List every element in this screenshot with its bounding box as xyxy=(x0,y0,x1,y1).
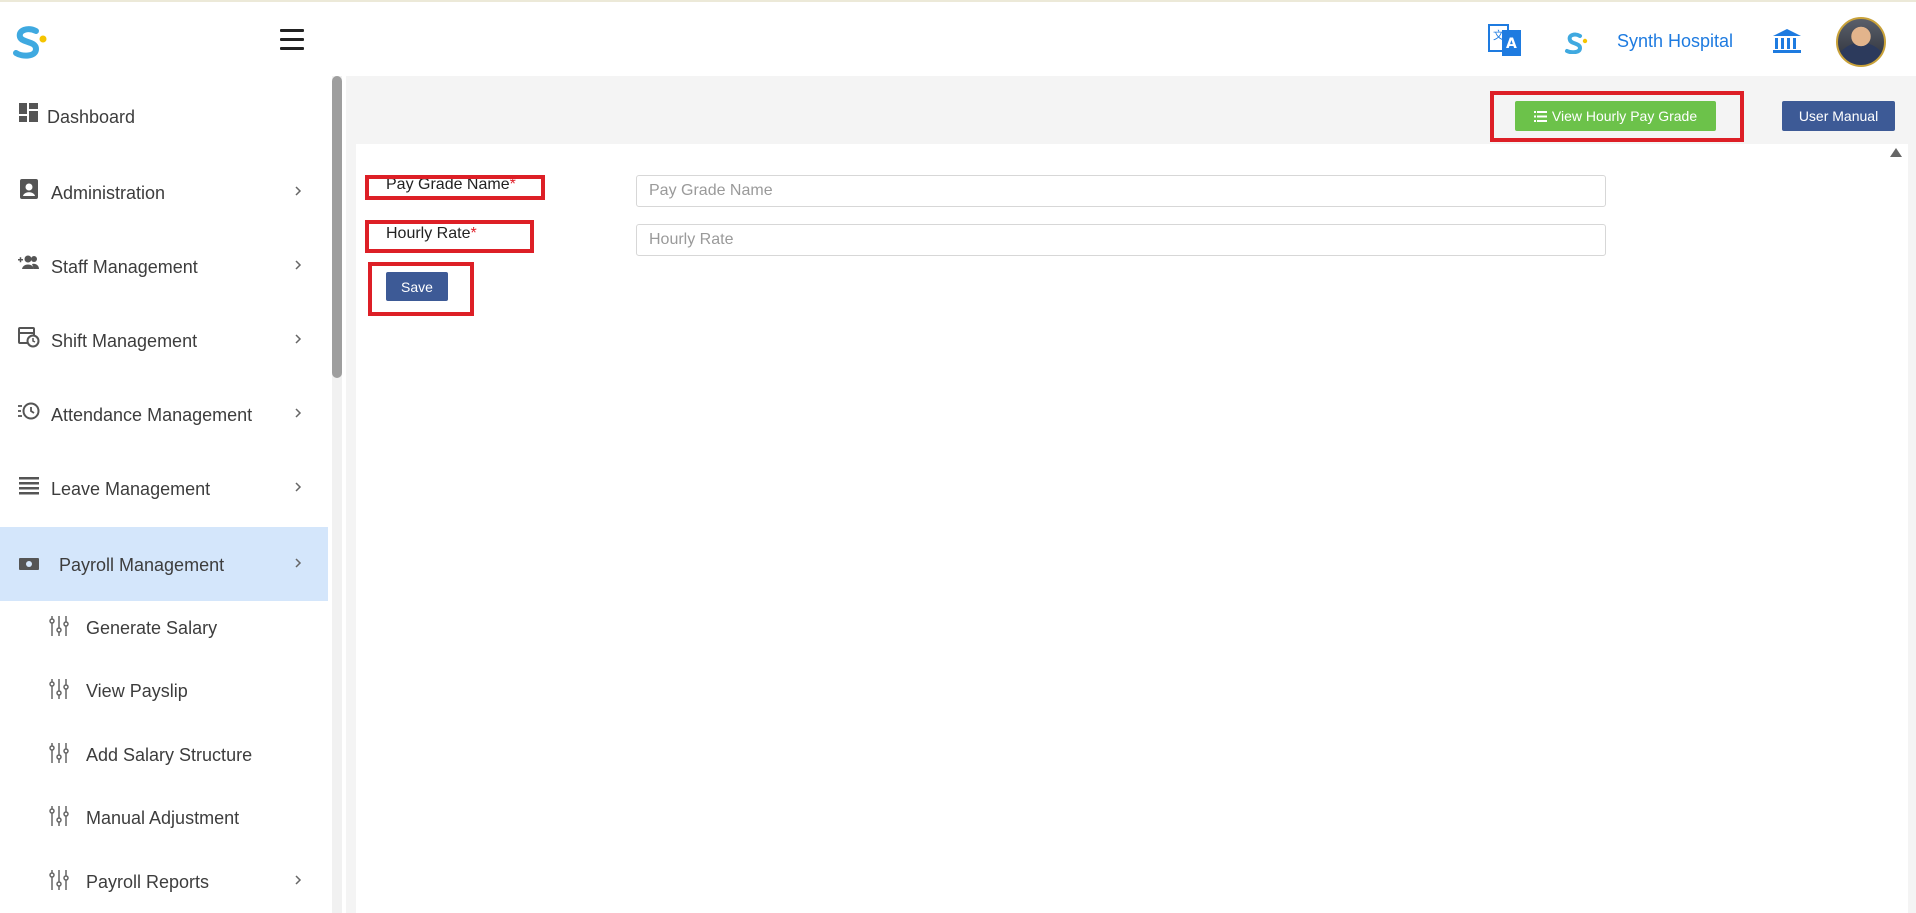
contact-book-icon xyxy=(20,179,38,199)
chevron-right-icon xyxy=(295,875,302,885)
sidebar-subitem-label: Payroll Reports xyxy=(86,872,210,892)
pay-grade-name-label: Pay Grade Name* xyxy=(386,176,516,194)
logo-icon[interactable] xyxy=(10,24,50,60)
chevron-right-icon xyxy=(295,408,302,418)
sidebar-item-payroll-management[interactable]: Payroll Management xyxy=(0,527,328,601)
view-hourly-pay-grade-button[interactable]: View Hourly Pay Grade xyxy=(1515,101,1716,131)
view-hourly-pay-grade-label: View Hourly Pay Grade xyxy=(1551,108,1698,124)
sidebar-subitem-label: View Payslip xyxy=(86,681,188,701)
chevron-right-icon xyxy=(295,482,302,492)
bank-icon[interactable] xyxy=(1772,28,1802,54)
required-mark: * xyxy=(470,225,477,242)
sidebar-subitem-generate-salary[interactable]: Generate Salary xyxy=(0,601,328,661)
sidebar-subitem-label: Manual Adjustment xyxy=(86,808,240,828)
history-clock-icon xyxy=(18,402,40,420)
pay-grade-name-input[interactable] xyxy=(636,175,1606,207)
sidebar-scrollbar[interactable] xyxy=(332,76,342,913)
hamburger-icon[interactable] xyxy=(280,29,304,51)
sidebar-subitem-payroll-reports[interactable]: Payroll Reports xyxy=(0,855,328,913)
sliders-icon xyxy=(49,679,69,699)
translate-icon[interactable]: 文 A xyxy=(1488,22,1522,58)
list-icon xyxy=(1533,110,1547,122)
list-icon xyxy=(19,477,39,495)
sidebar-item-attendance-management[interactable]: Attendance Management xyxy=(0,372,328,446)
hourly-rate-label-text: Hourly Rate xyxy=(386,225,471,242)
sliders-icon xyxy=(49,806,69,826)
sidebar-item-leave-management[interactable]: Leave Management xyxy=(0,446,328,520)
sidebar-item-label: Staff Management xyxy=(51,257,198,277)
chevron-right-icon xyxy=(295,558,302,568)
people-add-icon xyxy=(18,255,39,269)
calendar-clock-icon xyxy=(18,327,40,348)
sliders-icon xyxy=(49,616,69,636)
sidebar-item-label: Dashboard xyxy=(47,107,136,127)
sidebar-subitem-add-salary-structure[interactable]: Add Salary Structure xyxy=(0,728,328,788)
chevron-right-icon xyxy=(295,260,302,270)
sidebar-item-staff-management[interactable]: Staff Management xyxy=(0,224,328,298)
scroll-up-arrow-icon[interactable] xyxy=(1890,148,1902,157)
hourly-rate-input[interactable] xyxy=(636,224,1606,256)
sidebar-item-label: Leave Management xyxy=(51,479,211,499)
form-card xyxy=(356,144,1908,913)
sidebar: Dashboard Administration Staff Managemen… xyxy=(0,76,328,913)
sidebar-item-label: Attendance Management xyxy=(51,405,253,425)
avatar[interactable] xyxy=(1836,17,1886,67)
hospital-logo-icon xyxy=(1565,32,1588,54)
svg-text:A: A xyxy=(1506,36,1517,52)
sidebar-item-label: Administration xyxy=(51,183,166,203)
pay-grade-name-label-text: Pay Grade Name xyxy=(386,176,510,193)
save-button[interactable]: Save xyxy=(386,272,448,301)
sidebar-scrollbar-thumb[interactable] xyxy=(332,76,342,378)
sidebar-subitem-label: Add Salary Structure xyxy=(86,745,253,765)
money-icon xyxy=(19,558,39,570)
hourly-rate-label: Hourly Rate* xyxy=(386,225,477,243)
sidebar-subitem-view-payslip[interactable]: View Payslip xyxy=(0,664,328,724)
sliders-icon xyxy=(49,743,69,763)
required-mark: * xyxy=(509,176,516,193)
chevron-right-icon xyxy=(295,334,302,344)
user-manual-button[interactable]: User Manual xyxy=(1782,101,1895,131)
sidebar-item-shift-management[interactable]: Shift Management xyxy=(0,298,328,372)
sidebar-subitem-label: Generate Salary xyxy=(86,618,218,638)
dashboard-icon xyxy=(19,103,38,122)
chevron-right-icon xyxy=(295,186,302,196)
sidebar-item-dashboard[interactable]: Dashboard xyxy=(0,76,328,150)
sliders-icon xyxy=(49,870,69,890)
top-header: 文 A Synth Hospital xyxy=(0,2,1916,76)
sidebar-subitem-manual-adjustment[interactable]: Manual Adjustment xyxy=(0,791,328,851)
sidebar-item-label: Shift Management xyxy=(51,331,198,351)
svg-text:文: 文 xyxy=(1493,28,1504,42)
sidebar-item-administration[interactable]: Administration xyxy=(0,150,328,224)
sidebar-item-label: Payroll Management xyxy=(59,555,225,575)
hospital-name[interactable]: Synth Hospital xyxy=(1617,31,1733,52)
